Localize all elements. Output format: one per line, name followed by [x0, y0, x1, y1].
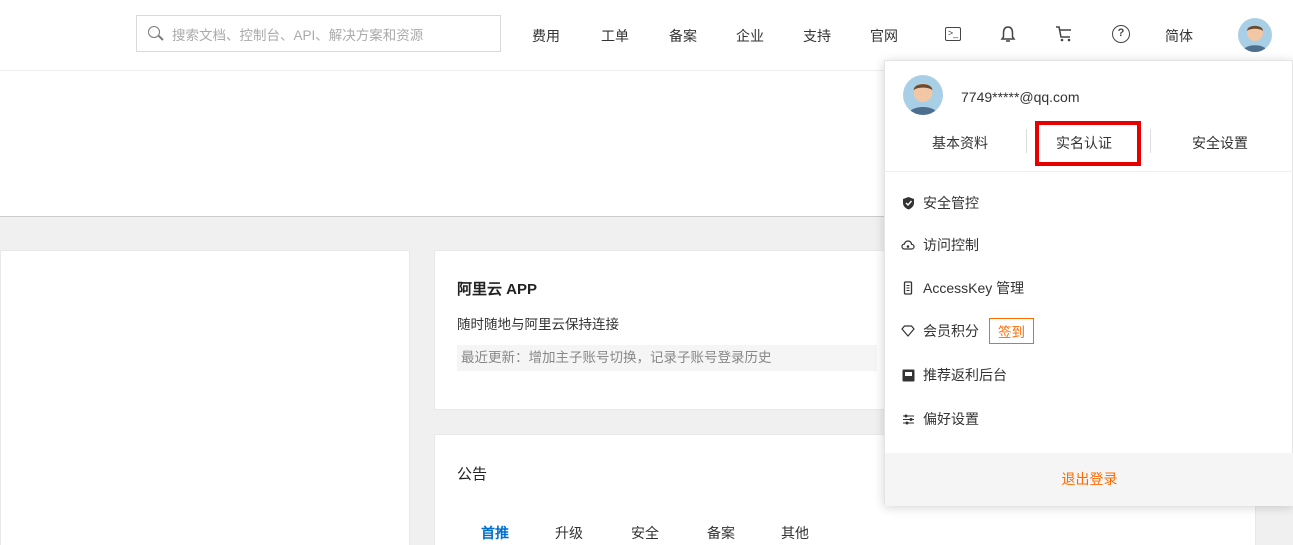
app-card-subtitle: 随时随地与阿里云保持连接 [457, 317, 619, 332]
nav-tickets[interactable]: 工单 [601, 26, 629, 46]
search-placeholder: 搜索文档、控制台、API、解决方案和资源 [172, 27, 424, 43]
dropdown-avatar [903, 75, 943, 115]
notice-tab-security[interactable]: 安全 [631, 523, 659, 543]
menu-item-preferences[interactable]: 偏好设置 [901, 408, 979, 430]
menu-item-accesskey[interactable]: AccessKey 管理 [901, 277, 1024, 299]
left-panel-card [0, 250, 410, 545]
menu-item-label: 会员积分 [923, 323, 979, 339]
menu-item-label: 访问控制 [923, 237, 979, 253]
nav-official-site[interactable]: 官网 [870, 26, 898, 46]
dashboard-icon [901, 368, 915, 382]
notice-tab-upgrade[interactable]: 升级 [555, 523, 583, 543]
notice-tab-filing[interactable]: 备案 [707, 523, 735, 543]
menu-item-label: 安全管控 [923, 195, 979, 211]
menu-item-referral-backend[interactable]: 推荐返利后台 [901, 364, 1007, 386]
cart-icon[interactable] [1054, 24, 1074, 44]
menu-divider [885, 171, 1293, 172]
app-update-note: 最近更新：增加主子账号切换，记录子账号登录历史 [457, 345, 877, 371]
search-box[interactable]: 搜索文档、控制台、API、解决方案和资源 [136, 15, 501, 52]
highlight-box [1035, 121, 1141, 166]
key-icon [901, 281, 915, 295]
tab-separator [1026, 129, 1027, 153]
tab-security-settings[interactable]: 安全设置 [1192, 133, 1248, 153]
bell-icon[interactable] [998, 24, 1018, 44]
nav-enterprise[interactable]: 企业 [736, 26, 764, 46]
diamond-icon [901, 324, 915, 338]
app-card-title: 阿里云 APP [457, 281, 538, 298]
notice-tab-other[interactable]: 其他 [781, 523, 809, 543]
language-switch[interactable]: 简体 [1165, 26, 1193, 46]
nav-support[interactable]: 支持 [803, 26, 831, 46]
menu-item-label: 推荐返利后台 [923, 367, 1007, 383]
menu-item-access-control[interactable]: 访问控制 [901, 234, 979, 256]
logout-button[interactable]: 退出登录 [885, 453, 1293, 506]
nav-fees[interactable]: 费用 [532, 26, 560, 46]
cloud-icon [901, 238, 915, 252]
menu-item-security-control[interactable]: 安全管控 [901, 192, 979, 214]
user-avatar[interactable] [1238, 18, 1272, 52]
notice-title: 公告 [457, 466, 488, 483]
terminal-icon[interactable]: >_ [943, 24, 963, 44]
account-dropdown-menu: 7749*****@qq.com 基本资料 实名认证 安全设置 安全管控 访问控… [884, 60, 1293, 506]
menu-item-label: 偏好设置 [923, 411, 979, 427]
sliders-icon [901, 412, 915, 426]
check-in-button[interactable]: 签到 [989, 318, 1034, 344]
help-icon[interactable]: ? [1111, 24, 1131, 44]
nav-icp-filing[interactable]: 备案 [669, 26, 697, 46]
tab-basic-info[interactable]: 基本资料 [932, 133, 988, 153]
notice-tab-featured[interactable]: 首推 [481, 523, 509, 543]
menu-item-member-points[interactable]: 会员积分 签到 [901, 318, 1034, 344]
search-icon [148, 25, 164, 42]
tab-separator [1150, 129, 1151, 153]
shield-icon [901, 196, 915, 210]
menu-item-label: AccessKey 管理 [923, 280, 1025, 296]
account-email: 7749*****@qq.com [961, 89, 1080, 105]
